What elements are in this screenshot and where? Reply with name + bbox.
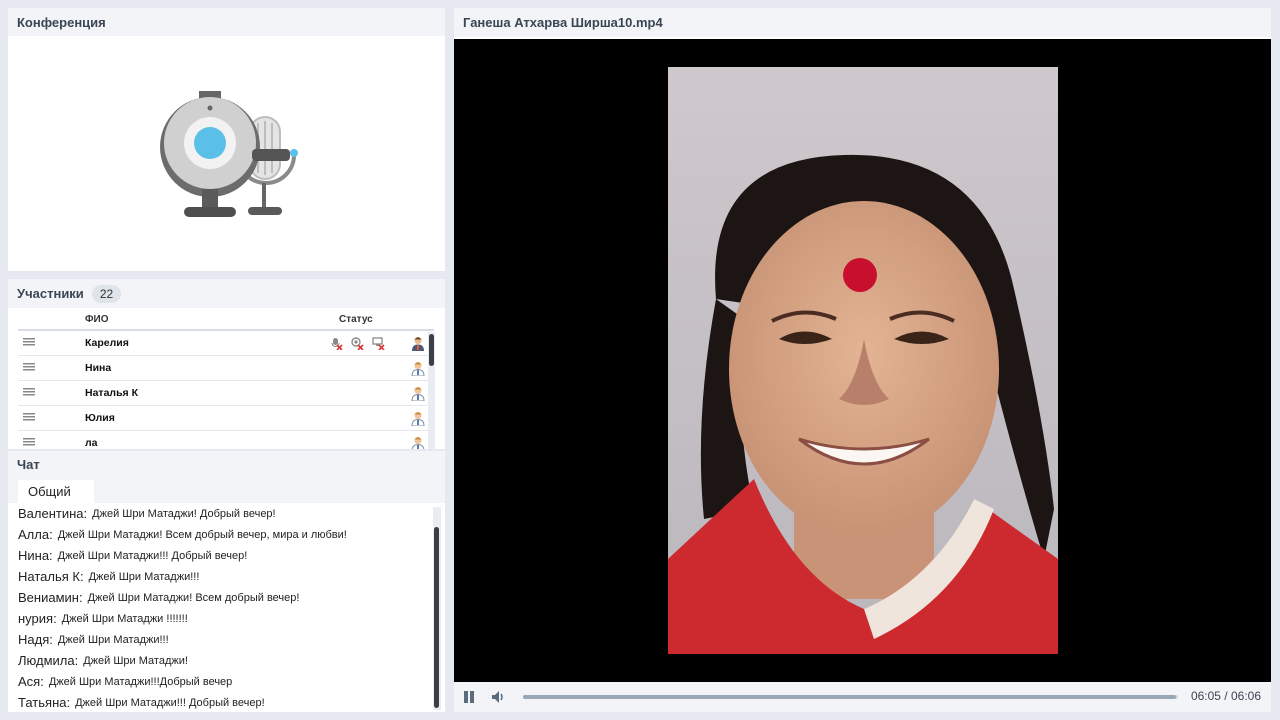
- chat-tab-general[interactable]: Общий: [18, 480, 94, 503]
- drag-handle-icon[interactable]: [18, 362, 85, 374]
- chat-message-text: Джей Шри Матаджи! Добрый вечер!: [92, 507, 276, 520]
- participant-row[interactable]: Карелия: [18, 331, 434, 356]
- video-player[interactable]: [454, 39, 1271, 682]
- chat-message-text: Джей Шри Матаджи! Всем добрый вечер, мир…: [57, 528, 347, 541]
- participant-row[interactable]: Наталья К: [18, 381, 434, 406]
- video-progress-bar[interactable]: [523, 695, 1178, 699]
- drag-handle-icon[interactable]: [18, 387, 85, 399]
- participant-name: Нина: [85, 362, 112, 374]
- participants-header: Участники 22: [8, 279, 445, 308]
- chat-message-author: Наталья К:: [18, 569, 84, 584]
- participant-name: Наталья К: [85, 387, 138, 399]
- chat-message: Людмила: Джей Шри Матаджи!: [18, 650, 434, 671]
- chat-message-text: Джей Шри Матаджи!!! Добрый вечер!: [75, 696, 265, 709]
- video-panel: Ганеша Атхарва Ширша10.mp4 06:05 / 06:06: [454, 8, 1271, 712]
- chat-message-text: Джей Шри Матаджи!!!: [57, 633, 169, 646]
- chat-message: Вениамин: Джей Шри Матаджи! Всем добрый в…: [18, 587, 434, 608]
- participants-panel: Участники 22 ФИО Статус Карелия Нина Нат…: [8, 279, 445, 449]
- participant-status: [330, 336, 408, 350]
- user-icon: [411, 436, 425, 449]
- chat-message-list: Валентина: Джей Шри Матаджи! Добрый вечер…: [18, 503, 434, 712]
- webcam-microphone-icon: [159, 90, 298, 217]
- chat-scrollbar[interactable]: [433, 507, 441, 710]
- pause-button[interactable]: [460, 688, 478, 706]
- video-controls: 06:05 / 06:06: [454, 682, 1271, 712]
- chat-tab-bar: Общий: [8, 477, 445, 503]
- conference-body: [8, 38, 445, 271]
- chat-message: Наталья К: Джей Шри Матаджи!!!: [18, 566, 434, 587]
- participants-table-header: ФИО Статус: [18, 309, 434, 331]
- chat-message: Нина: Джей Шри Матаджи!!! Добрый вечер!: [18, 545, 434, 566]
- chat-message: Надя: Джей Шри Матаджи!!!: [18, 629, 434, 650]
- chat-message-text: Джей Шри Матаджи!!!: [88, 570, 200, 583]
- chat-message-author: Алла:: [18, 527, 53, 542]
- chat-message-author: нурия:: [18, 611, 57, 626]
- chat-message-author: Татьяна:: [18, 695, 71, 710]
- video-progress-fill: [523, 695, 1177, 699]
- chat-message-author: Валентина:: [18, 506, 88, 521]
- chat-message-author: Людмила:: [18, 653, 79, 668]
- participants-table: ФИО Статус Карелия Нина Наталья К Юлия л…: [18, 309, 434, 449]
- drag-handle-icon[interactable]: [18, 437, 85, 449]
- chat-message: Татьяна: Джей Шри Матаджи!!! Добрый вече…: [18, 692, 434, 712]
- chat-scroll-thumb[interactable]: [434, 527, 439, 708]
- video-title: Ганеша Атхарва Ширша10.mp4: [454, 8, 1271, 37]
- participants-scrollbar[interactable]: [428, 332, 435, 449]
- presenter-user-icon: [412, 336, 424, 351]
- chat-title: Чат: [8, 451, 445, 477]
- chat-message-text: Джей Шри Матаджи!!!Добрый вечер: [48, 675, 233, 688]
- chat-message-author: Ася:: [18, 674, 44, 689]
- screen-share-off-icon[interactable]: [372, 336, 385, 350]
- chat-panel: Чат Общий Валентина: Джей Шри Матаджи! До…: [8, 451, 445, 712]
- participants-title: Участники: [17, 286, 84, 301]
- video-time: 06:05 / 06:06: [1190, 689, 1261, 703]
- conference-title: Конференция: [8, 8, 445, 36]
- participants-count-badge: 22: [91, 284, 122, 303]
- microphone-off-icon[interactable]: [330, 337, 343, 350]
- drag-handle-icon[interactable]: [18, 412, 85, 424]
- video-frame-portrait: [668, 67, 1058, 654]
- chat-message-author: Вениамин:: [18, 590, 83, 605]
- chat-message-text: Джей Шри Матаджи! Всем добрый вечер!: [87, 591, 300, 604]
- participant-name: ла: [85, 437, 98, 449]
- chat-message: Валентина: Джей Шри Матаджи! Добрый вечер…: [18, 503, 434, 524]
- chat-message-author: Надя:: [18, 632, 53, 647]
- user-icon: [411, 386, 425, 401]
- column-header-name[interactable]: ФИО: [85, 314, 330, 325]
- chat-message-text: Джей Шри Матаджи!: [83, 654, 188, 667]
- chat-message-text: Джей Шри Матаджи !!!!!!!: [61, 612, 188, 625]
- participant-name: Юлия: [85, 412, 115, 424]
- participant-name: Карелия: [85, 337, 129, 349]
- participant-row[interactable]: Юлия: [18, 406, 434, 431]
- chat-message: Ася: Джей Шри Матаджи!!!Добрый вечер: [18, 671, 434, 692]
- participants-scroll-thumb[interactable]: [429, 334, 434, 366]
- camera-off-icon[interactable]: [351, 336, 364, 350]
- chat-message: нурия: Джей Шри Матаджи !!!!!!!: [18, 608, 434, 629]
- chat-message-author: Нина:: [18, 548, 53, 563]
- pause-icon: [464, 691, 474, 703]
- conference-panel: Конференция: [8, 8, 445, 271]
- user-icon: [411, 411, 425, 426]
- user-icon: [411, 361, 425, 376]
- volume-button[interactable]: [490, 688, 508, 706]
- participant-row[interactable]: Нина: [18, 356, 434, 381]
- chat-message: Алла: Джей Шри Матаджи! Всем добрый вечер…: [18, 524, 434, 545]
- chat-message-text: Джей Шри Матаджи!!! Добрый вечер!: [57, 549, 248, 562]
- drag-handle-icon[interactable]: [18, 337, 85, 349]
- participant-row[interactable]: ла: [18, 431, 434, 449]
- volume-icon: [492, 691, 503, 703]
- column-header-status[interactable]: Статус: [330, 314, 408, 325]
